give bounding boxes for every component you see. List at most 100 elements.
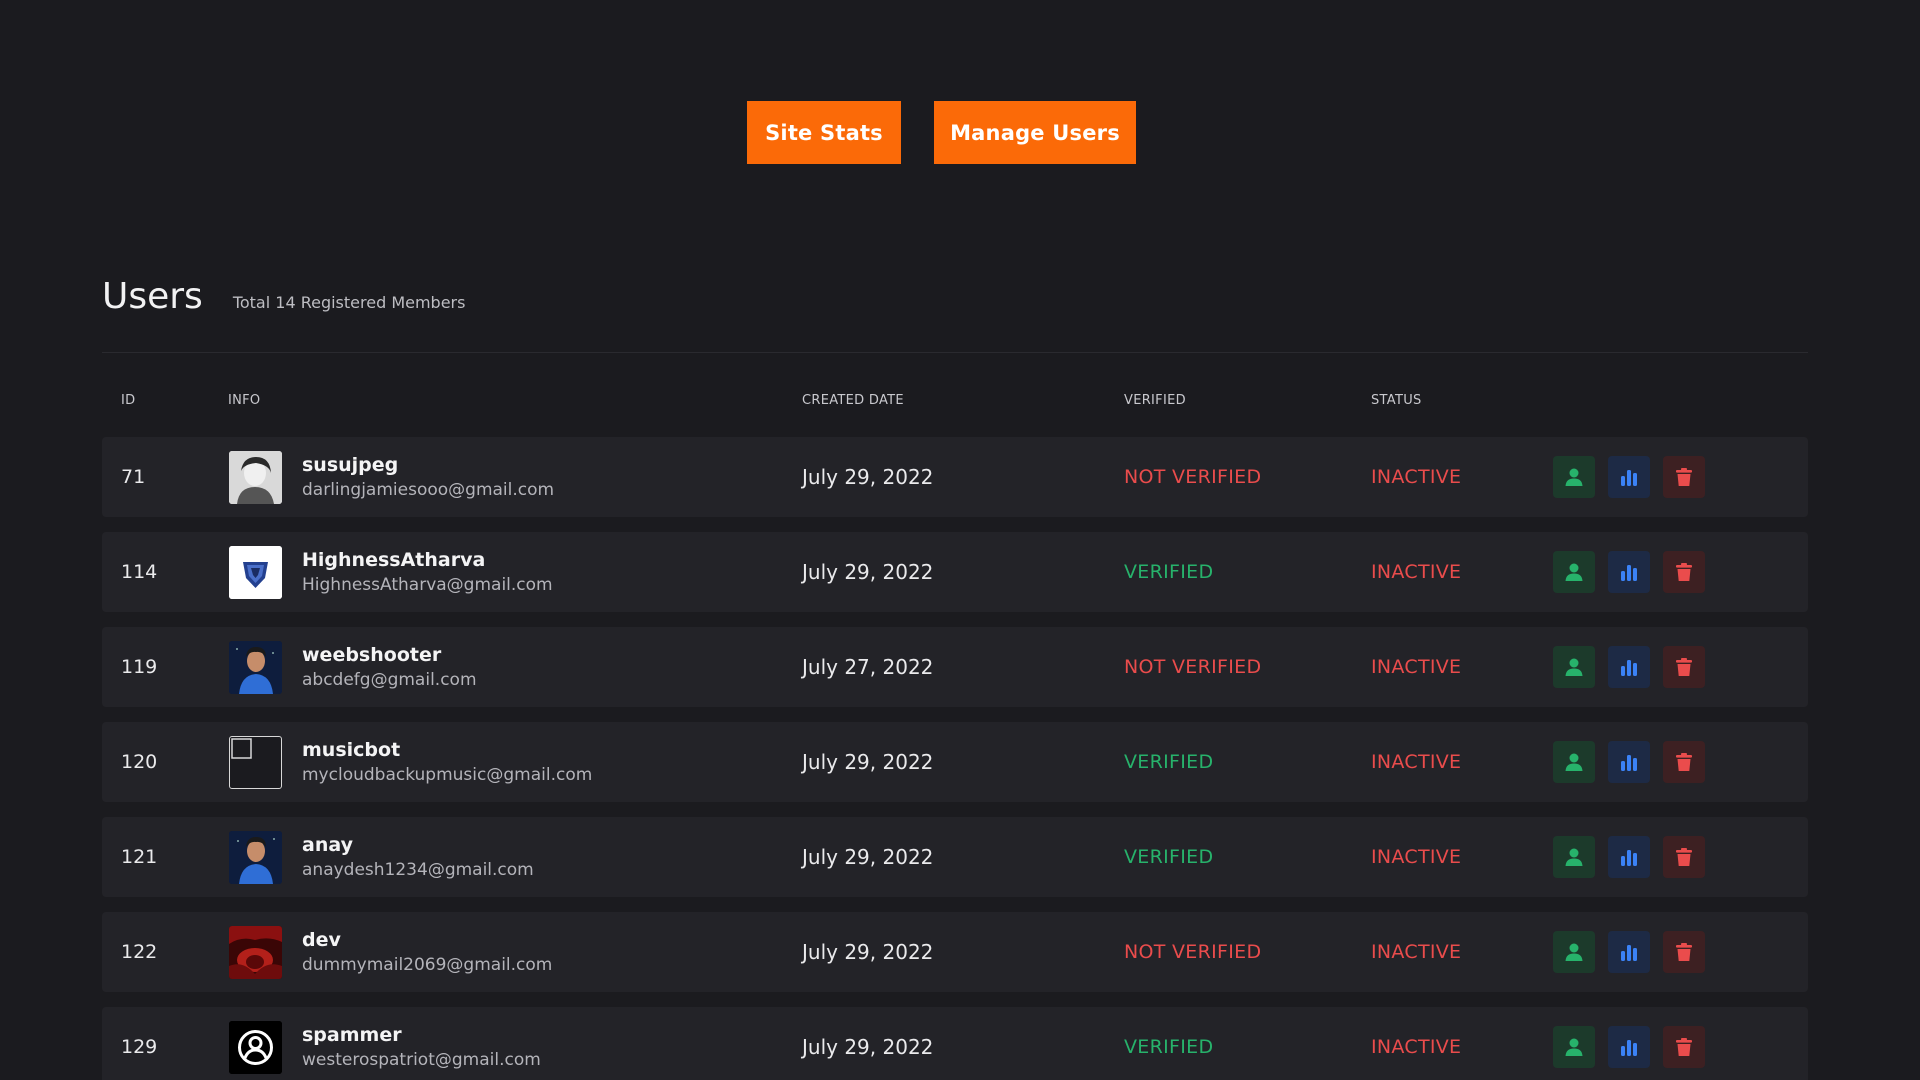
row-actions <box>1553 437 1705 517</box>
username: susujpeg <box>302 454 399 476</box>
username: anay <box>302 834 353 856</box>
row-actions <box>1553 817 1705 897</box>
divider <box>102 352 1808 353</box>
view-user-button[interactable] <box>1553 741 1595 783</box>
avatar <box>229 640 282 694</box>
account-status: INACTIVE <box>1371 656 1462 678</box>
user-stats-button[interactable] <box>1608 931 1650 973</box>
table-row: 71 susujpeg darlingjamiesooo@gmail.com J… <box>102 437 1808 517</box>
user-email: dummymail2069@gmail.com <box>302 955 553 975</box>
username: weebshooter <box>302 644 442 666</box>
trash-icon <box>1676 943 1692 961</box>
row-actions <box>1553 532 1705 612</box>
verified-status: NOT VERIFIED <box>1124 466 1262 488</box>
user-id: 122 <box>121 941 158 963</box>
user-id: 71 <box>121 466 146 488</box>
user-icon <box>1565 848 1583 866</box>
created-date: July 29, 2022 <box>802 560 934 584</box>
user-email: westerospatriot@gmail.com <box>302 1050 541 1070</box>
header-verified: VERIFIED <box>1124 393 1186 408</box>
avatar <box>229 450 282 504</box>
user-stats-button[interactable] <box>1608 836 1650 878</box>
account-status: INACTIVE <box>1371 561 1462 583</box>
view-user-button[interactable] <box>1553 646 1595 688</box>
delete-user-button[interactable] <box>1663 456 1705 498</box>
verified-status: VERIFIED <box>1124 751 1214 773</box>
trash-icon <box>1676 1038 1692 1056</box>
row-actions <box>1553 722 1705 802</box>
row-actions <box>1553 627 1705 707</box>
verified-status: NOT VERIFIED <box>1124 656 1262 678</box>
user-icon <box>1565 1038 1583 1056</box>
account-status: INACTIVE <box>1371 1036 1462 1058</box>
header-status: STATUS <box>1371 393 1422 408</box>
created-date: July 29, 2022 <box>802 465 934 489</box>
created-date: July 29, 2022 <box>802 940 934 964</box>
delete-user-button[interactable] <box>1663 741 1705 783</box>
trash-icon <box>1676 563 1692 581</box>
users-table: 71 susujpeg darlingjamiesooo@gmail.com J… <box>102 437 1808 1080</box>
user-email: mycloudbackupmusic@gmail.com <box>302 765 593 785</box>
username: musicbot <box>302 739 401 761</box>
trash-icon <box>1676 468 1692 486</box>
created-date: July 29, 2022 <box>802 750 934 774</box>
bar-chart-icon <box>1621 755 1637 771</box>
bar-chart-icon <box>1621 850 1637 866</box>
table-row: 129 spammer westerospatriot@gmail.com Ju… <box>102 1007 1808 1080</box>
user-stats-button[interactable] <box>1608 741 1650 783</box>
view-user-button[interactable] <box>1553 551 1595 593</box>
row-actions <box>1553 1007 1705 1080</box>
username: spammer <box>302 1024 402 1046</box>
user-id: 119 <box>121 656 158 678</box>
delete-user-button[interactable] <box>1663 1026 1705 1068</box>
user-id: 120 <box>121 751 158 773</box>
user-email: HighnessAtharva@gmail.com <box>302 575 553 595</box>
user-stats-button[interactable] <box>1608 646 1650 688</box>
bar-chart-icon <box>1621 945 1637 961</box>
table-header: ID INFO CREATED DATE VERIFIED STATUS <box>102 393 1808 413</box>
account-status: INACTIVE <box>1371 941 1462 963</box>
bar-chart-icon <box>1621 470 1637 486</box>
view-user-button[interactable] <box>1553 931 1595 973</box>
view-user-button[interactable] <box>1553 456 1595 498</box>
user-icon <box>1565 563 1583 581</box>
trash-icon <box>1676 848 1692 866</box>
view-user-button[interactable] <box>1553 1026 1595 1068</box>
header-info: INFO <box>228 393 261 408</box>
table-row: 122 dev dummymail2069@gmail.com July 29,… <box>102 912 1808 992</box>
verified-status: VERIFIED <box>1124 846 1214 868</box>
registered-members-count: Total 14 Registered Members <box>232 293 466 312</box>
account-status: INACTIVE <box>1371 846 1462 868</box>
user-stats-button[interactable] <box>1608 551 1650 593</box>
trash-icon <box>1676 753 1692 771</box>
delete-user-button[interactable] <box>1663 646 1705 688</box>
delete-user-button[interactable] <box>1663 551 1705 593</box>
top-button-group: Site Stats Manage Users <box>747 101 1136 164</box>
bar-chart-icon <box>1621 1040 1637 1056</box>
verified-status: NOT VERIFIED <box>1124 941 1262 963</box>
table-row: 119 weebshooter abcdefg@gmail.com July 2… <box>102 627 1808 707</box>
site-stats-button[interactable]: Site Stats <box>747 101 901 164</box>
table-row: 114 HighnessAtharva HighnessAtharva@gmai… <box>102 532 1808 612</box>
user-id: 129 <box>121 1036 158 1058</box>
avatar <box>229 925 282 979</box>
user-icon <box>1565 658 1583 676</box>
avatar <box>229 830 282 884</box>
manage-users-button[interactable]: Manage Users <box>934 101 1136 164</box>
avatar <box>229 545 282 599</box>
account-status: INACTIVE <box>1371 751 1462 773</box>
username: HighnessAtharva <box>302 549 486 571</box>
view-user-button[interactable] <box>1553 836 1595 878</box>
delete-user-button[interactable] <box>1663 931 1705 973</box>
user-icon <box>1565 943 1583 961</box>
user-stats-button[interactable] <box>1608 456 1650 498</box>
delete-user-button[interactable] <box>1663 836 1705 878</box>
avatar <box>229 1020 282 1074</box>
user-stats-button[interactable] <box>1608 1026 1650 1068</box>
bar-chart-icon <box>1621 565 1637 581</box>
bar-chart-icon <box>1621 660 1637 676</box>
user-icon <box>1565 468 1583 486</box>
row-actions <box>1553 912 1705 992</box>
user-email: abcdefg@gmail.com <box>302 670 477 690</box>
table-row: 120 musicbot mycloudbackupmusic@gmail.co… <box>102 722 1808 802</box>
